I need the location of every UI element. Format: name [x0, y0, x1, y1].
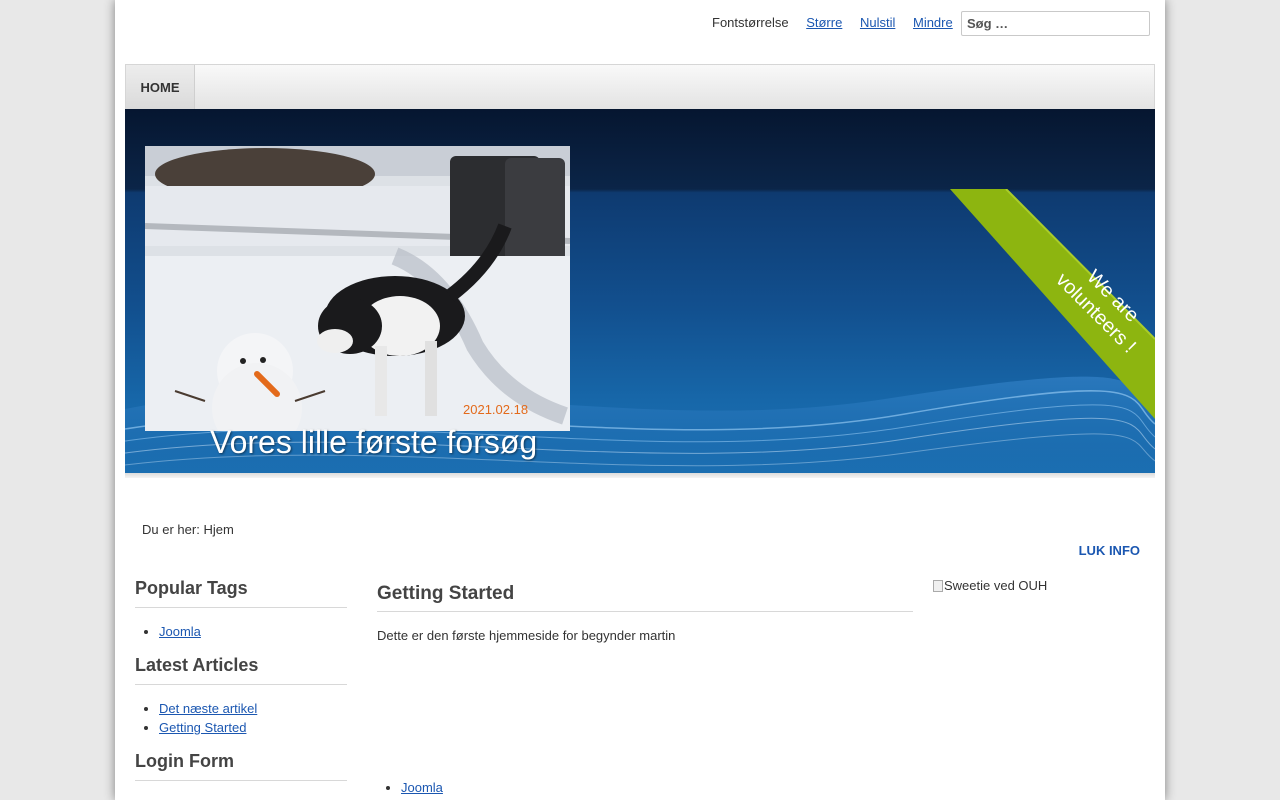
- page-container: Fontstørrelse Større Nulstil Mindre HOME: [115, 0, 1165, 800]
- broken-image-icon: [933, 579, 943, 592]
- banner-bottom-border: [125, 473, 1155, 478]
- image-alt-text: Sweetie ved OUH: [944, 578, 1048, 593]
- dog-snowman-photo: 2021.02.18: [145, 146, 570, 431]
- main-content: Getting Started Dette er den første hjem…: [377, 583, 913, 643]
- module-latest-articles: Latest Articles Det næste artikel Gettin…: [135, 655, 347, 737]
- close-info-button[interactable]: LUK INFO: [1079, 543, 1140, 558]
- article-body: Dette er den første hjemmeside for begyn…: [377, 628, 676, 643]
- article-link[interactable]: Getting Started: [159, 720, 246, 735]
- left-sidebar: Popular Tags Joomla Latest Articles Det …: [135, 578, 347, 786]
- font-smaller-link[interactable]: Mindre: [913, 15, 953, 30]
- breadcrumb: Du er her: Hjem: [142, 522, 234, 537]
- right-sidebar: Sweetie ved OUH: [933, 578, 1047, 593]
- module-title: Login Form: [135, 751, 347, 781]
- header-tools: Fontstørrelse Større Nulstil Mindre: [115, 0, 1165, 50]
- volunteer-ribbon: We are volunteers !: [950, 189, 1155, 419]
- breadcrumb-label: Du er her:: [142, 522, 200, 537]
- nav-item-home[interactable]: HOME: [126, 65, 195, 109]
- font-larger-link[interactable]: Større: [806, 15, 842, 30]
- site-title: Vores lille første forsøg: [210, 424, 538, 460]
- font-reset-link[interactable]: Nulstil: [860, 15, 895, 30]
- module-login-form: Login Form: [135, 751, 347, 781]
- main-nav: HOME: [125, 64, 1155, 109]
- article-tag-link[interactable]: Joomla: [401, 780, 443, 795]
- article-title: Getting Started: [377, 583, 913, 612]
- font-size-controls: Fontstørrelse Større Nulstil Mindre: [712, 15, 953, 30]
- breadcrumb-current: Hjem: [203, 522, 234, 537]
- tag-link-joomla[interactable]: Joomla: [159, 624, 201, 639]
- search-input[interactable]: [961, 11, 1150, 36]
- list-item: Getting Started: [159, 718, 347, 737]
- list-item: Det næste artikel: [159, 699, 347, 718]
- list-item: Joomla: [159, 622, 347, 641]
- article-tags: Joomla: [401, 780, 443, 795]
- banner-photo: 2021.02.18: [145, 146, 570, 431]
- header-banner: 2021.02.18 Vores lille første forsøg We …: [125, 109, 1155, 473]
- font-size-label: Fontstørrelse: [712, 15, 789, 30]
- article-link[interactable]: Det næste artikel: [159, 701, 257, 716]
- module-popular-tags: Popular Tags Joomla: [135, 578, 347, 641]
- module-title: Popular Tags: [135, 578, 347, 608]
- photo-date-stamp: 2021.02.18: [463, 402, 528, 417]
- module-title: Latest Articles: [135, 655, 347, 685]
- list-item: Joomla: [401, 780, 443, 795]
